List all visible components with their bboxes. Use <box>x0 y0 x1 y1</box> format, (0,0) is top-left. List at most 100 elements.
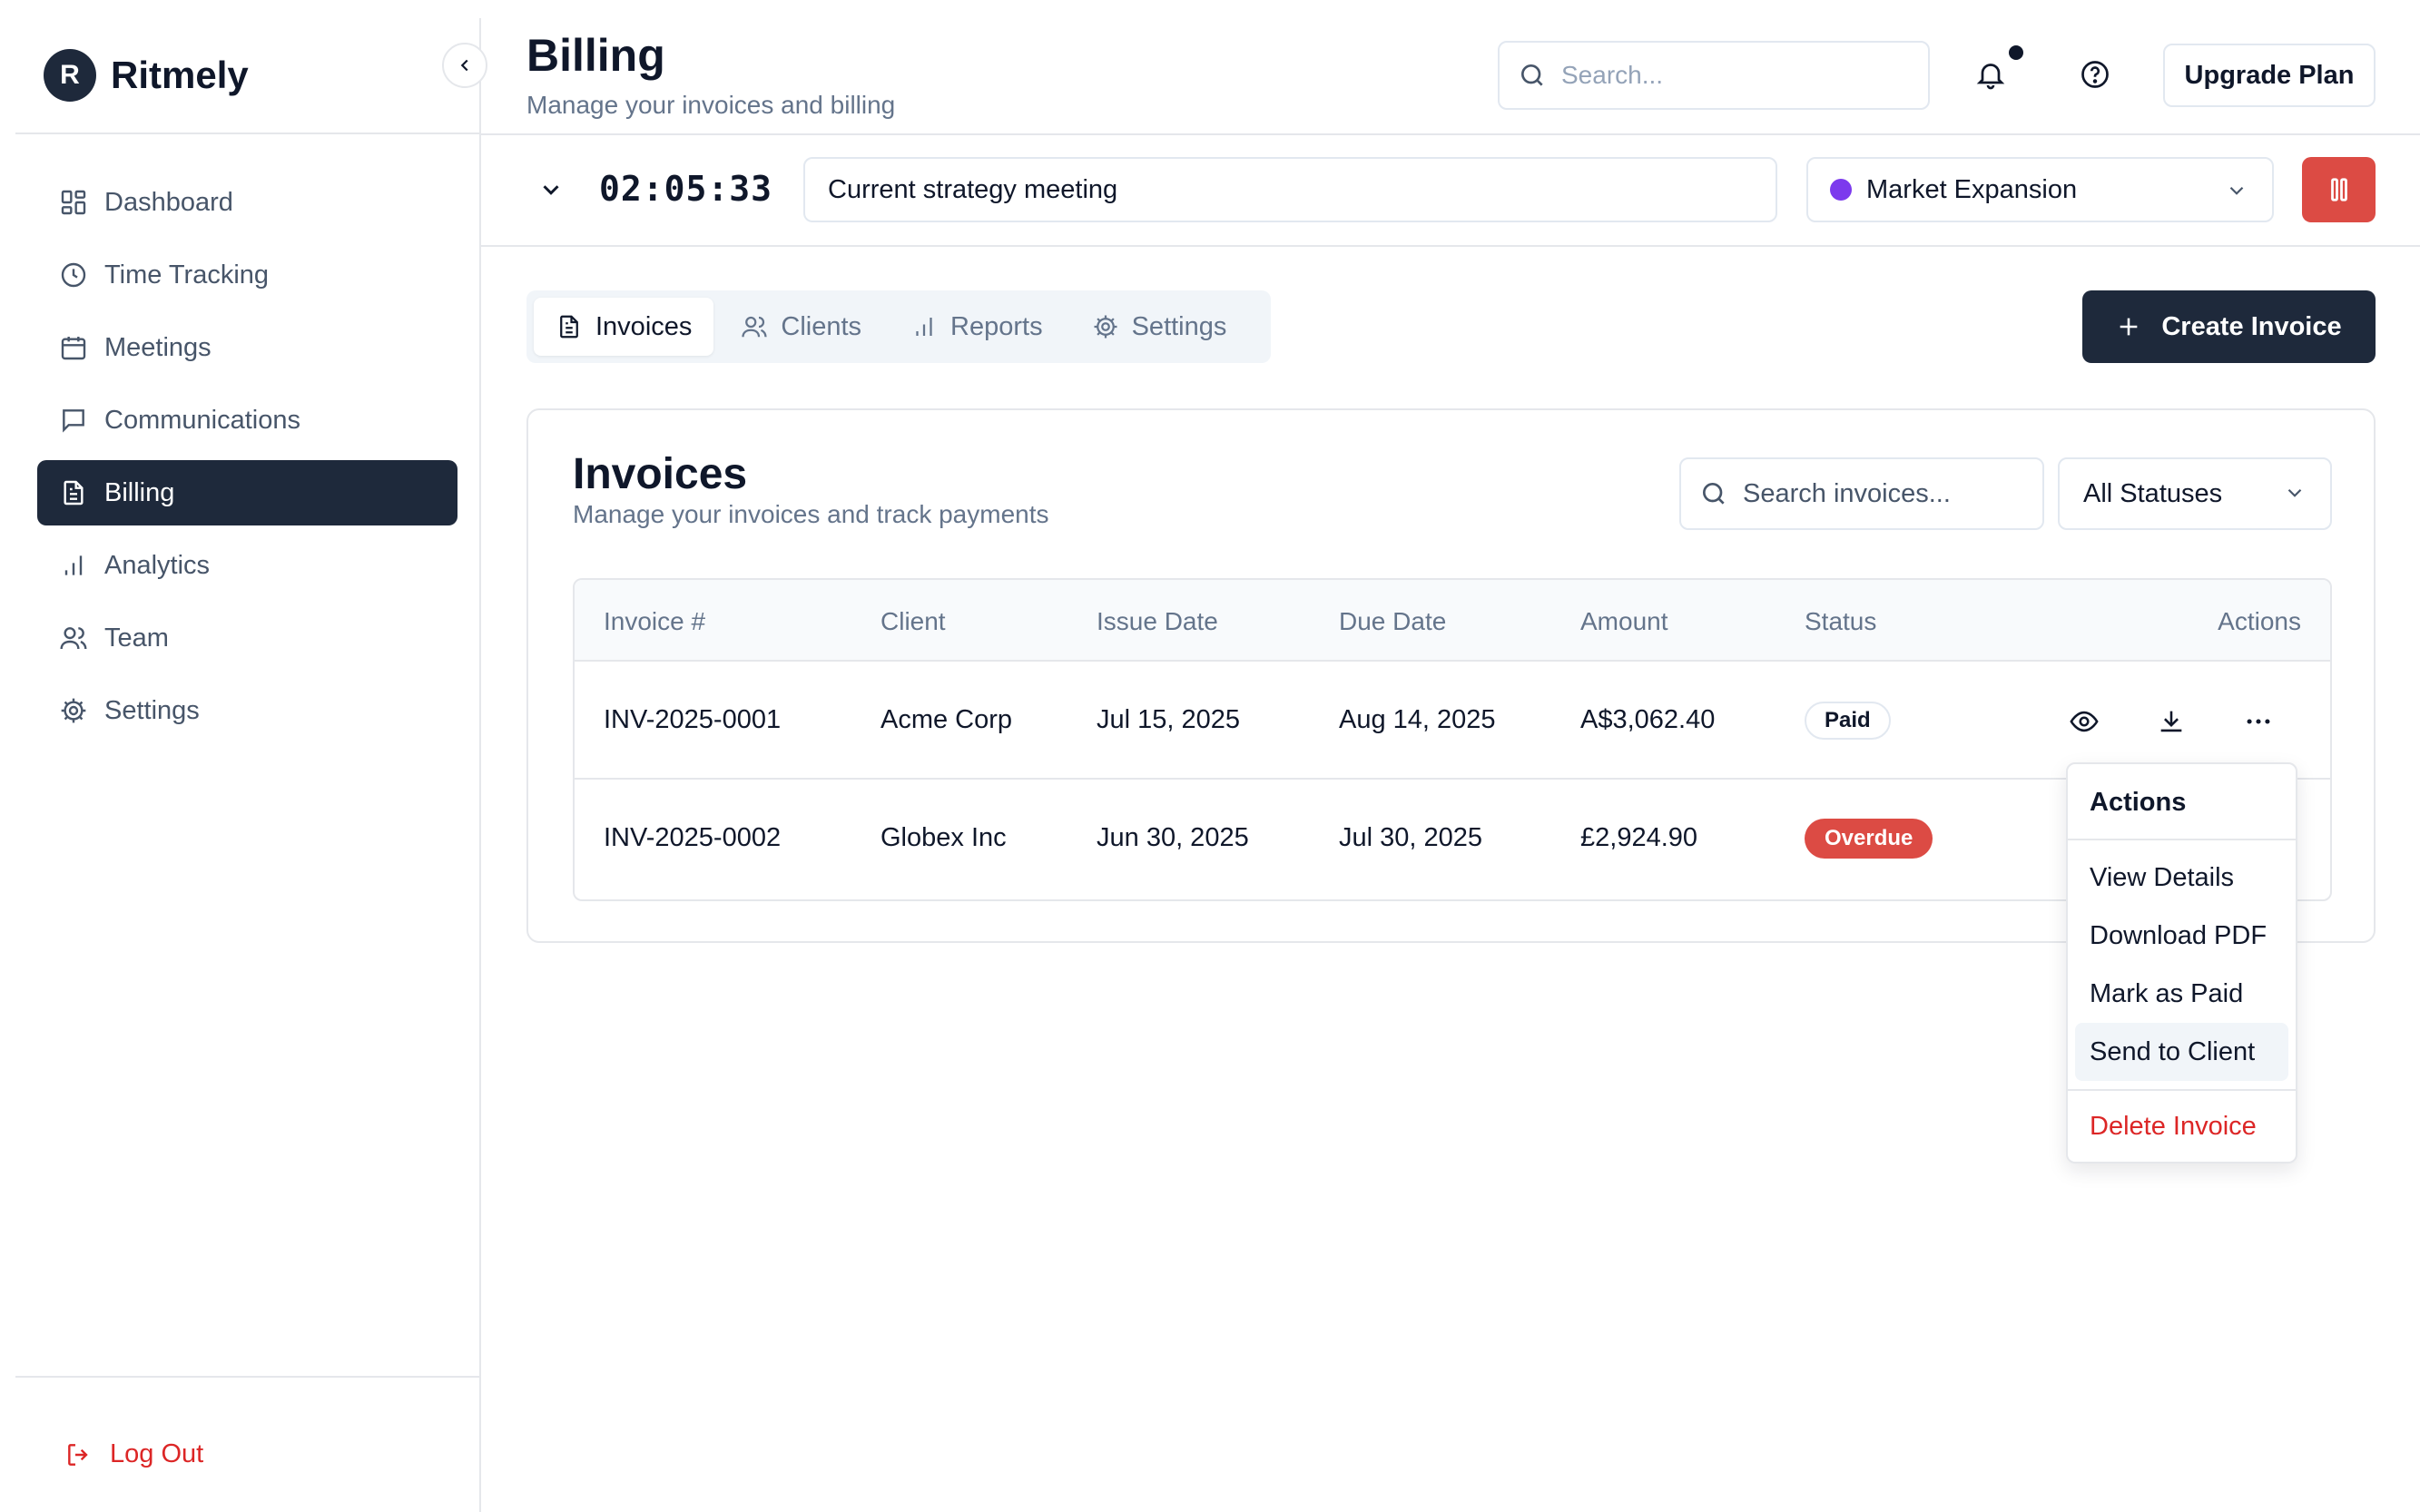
brand-name: Ritmely <box>111 54 249 96</box>
column-header-issue-date[interactable]: Issue Date <box>1097 607 1218 636</box>
pause-icon <box>2327 176 2351 203</box>
column-header-client[interactable]: Client <box>880 607 946 636</box>
search-icon <box>1518 61 1547 90</box>
tab-clients[interactable]: Clients <box>719 298 883 356</box>
tab-label: Clients <box>781 311 862 341</box>
gear-icon <box>59 696 88 725</box>
column-header-due-date[interactable]: Due Date <box>1339 607 1446 636</box>
download-icon <box>2156 706 2187 737</box>
bar-chart-icon <box>59 551 88 580</box>
plus-icon <box>2116 314 2141 339</box>
file-text-icon <box>59 478 88 507</box>
search-icon <box>1699 479 1728 508</box>
invoice-amount: £2,924.90 <box>1580 823 1698 852</box>
column-header-amount[interactable]: Amount <box>1580 607 1668 636</box>
logout-label: Log Out <box>110 1439 204 1468</box>
gear-icon <box>1092 313 1119 340</box>
sidebar-item-analytics[interactable]: Analytics <box>37 533 457 598</box>
invoice-due-date: Aug 14, 2025 <box>1339 705 1496 734</box>
menu-item-send-to-client[interactable]: Send to Client <box>2075 1023 2288 1081</box>
status-badge: Paid <box>1805 702 1891 740</box>
clock-icon <box>59 260 88 290</box>
sidebar-item-label: Team <box>104 623 169 653</box>
invoice-number: INV-2025-0001 <box>604 705 782 734</box>
sidebar-item-dashboard[interactable]: Dashboard <box>37 170 457 235</box>
bar-chart-icon <box>910 313 938 340</box>
sidebar-item-label: Analytics <box>104 550 211 580</box>
invoices-title: Invoices <box>573 450 748 498</box>
sidebar-item-label: Communications <box>104 405 300 435</box>
tab-label: Settings <box>1131 311 1227 341</box>
logout-icon <box>64 1440 93 1469</box>
help-icon <box>2079 58 2111 91</box>
sidebar-nav: Dashboard Time Tracking Meetings Communi… <box>37 170 457 751</box>
eye-icon <box>2069 706 2100 737</box>
invoice-client: Globex Inc <box>880 823 1007 852</box>
status-filter-value: All Statuses <box>2083 478 2223 508</box>
invoice-due-date: Jul 30, 2025 <box>1339 823 1483 852</box>
create-invoice-button[interactable]: Create Invoice <box>2082 290 2376 363</box>
upgrade-plan-button[interactable]: Upgrade Plan <box>2163 44 2376 107</box>
invoice-issue-date: Jul 15, 2025 <box>1097 705 1241 734</box>
collapse-sidebar-button[interactable] <box>442 43 487 88</box>
help-button[interactable] <box>2079 58 2111 91</box>
column-header-invoice[interactable]: Invoice # <box>604 607 705 636</box>
chevron-left-icon <box>455 55 475 75</box>
task-description-field[interactable]: Current strategy meeting <box>803 157 1777 222</box>
users-icon <box>59 623 88 653</box>
menu-separator <box>2068 1089 2296 1091</box>
notification-dot <box>2009 45 2023 60</box>
stop-timer-button[interactable] <box>2302 157 2376 222</box>
brand-logo: R <box>44 49 96 102</box>
view-invoice-button[interactable] <box>2068 705 2100 738</box>
tab-invoices[interactable]: Invoices <box>534 298 714 356</box>
project-color-dot <box>1830 179 1852 201</box>
sidebar-item-label: Time Tracking <box>104 260 270 290</box>
sidebar-item-label: Settings <box>104 695 200 725</box>
sidebar-item-billing[interactable]: Billing <box>37 460 457 525</box>
users-icon <box>741 313 768 340</box>
project-select-value: Market Expansion <box>1866 174 2078 204</box>
tab-reports[interactable]: Reports <box>889 298 1065 356</box>
download-invoice-button[interactable] <box>2155 705 2188 738</box>
brand[interactable]: R Ritmely <box>44 49 249 102</box>
more-actions-button[interactable] <box>2242 705 2275 738</box>
message-icon <box>59 406 88 435</box>
tab-label: Reports <box>950 311 1043 341</box>
tab-settings[interactable]: Settings <box>1070 298 1249 356</box>
sidebar-bottom-divider <box>15 1376 479 1378</box>
header-divider <box>481 133 2420 135</box>
menu-item-view-details[interactable]: View Details <box>2075 849 2288 907</box>
sidebar-item-label: Billing <box>104 477 175 507</box>
column-header-status[interactable]: Status <box>1805 607 1876 636</box>
menu-item-mark-as-paid[interactable]: Mark as Paid <box>2075 965 2288 1023</box>
sidebar-item-communications[interactable]: Communications <box>37 388 457 453</box>
calendar-icon <box>59 333 88 362</box>
page-subtitle: Manage your invoices and billing <box>526 91 896 119</box>
search-input[interactable] <box>1561 61 1924 90</box>
global-search[interactable] <box>1498 41 1930 110</box>
timer-display: 02:05:33 <box>599 169 773 209</box>
menu-separator <box>2068 839 2296 840</box>
more-horizontal-icon <box>2243 706 2274 737</box>
column-header-actions: Actions <box>2218 607 2301 635</box>
sidebar-item-settings[interactable]: Settings <box>37 678 457 743</box>
invoice-search-input[interactable] <box>1743 478 2033 509</box>
menu-item-delete-invoice[interactable]: Delete Invoice <box>2075 1097 2288 1155</box>
project-select[interactable]: Market Expansion <box>1806 157 2274 222</box>
sidebar-item-time-tracking[interactable]: Time Tracking <box>37 242 457 308</box>
table-row[interactable]: INV-2025-0001 Acme Corp Jul 15, 2025 Aug… <box>575 662 2330 780</box>
chevron-down-icon <box>537 176 565 203</box>
menu-item-download-pdf[interactable]: Download PDF <box>2075 907 2288 965</box>
notifications-button[interactable] <box>1974 58 2007 91</box>
sidebar-item-meetings[interactable]: Meetings <box>37 315 457 380</box>
invoice-search[interactable] <box>1679 457 2044 530</box>
status-filter-select[interactable]: All Statuses <box>2058 457 2332 530</box>
bell-icon <box>1974 58 2007 91</box>
chevron-down-icon <box>2283 481 2307 505</box>
timer-expand-button[interactable] <box>537 176 565 203</box>
sidebar-item-team[interactable]: Team <box>37 605 457 671</box>
logout-button[interactable]: Log Out <box>64 1439 203 1469</box>
invoice-amount: A$3,062.40 <box>1580 705 1716 734</box>
sidebar-item-label: Meetings <box>104 332 212 362</box>
